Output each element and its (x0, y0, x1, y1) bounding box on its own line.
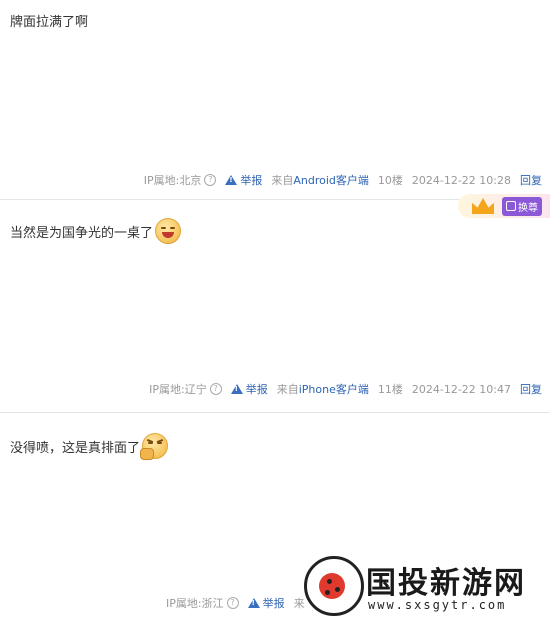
client-info: 来自Android客户端 (271, 174, 369, 187)
watermark: 国投新游网 www.sxsgytr.com (300, 552, 550, 618)
post-text: 没得喷，这是真排面了 (10, 440, 141, 456)
question-icon[interactable]: ? (209, 383, 222, 395)
client-device-link[interactable]: iPhone客户端 (299, 383, 369, 396)
post-time: 2024-12-22 10:47 (411, 382, 511, 396)
warning-icon (230, 384, 243, 394)
report-link[interactable]: 举报 (225, 172, 262, 188)
client-info: 来自iPhone客户端 (276, 383, 369, 396)
watermark-title: 国投新游网 (366, 566, 526, 601)
post-meta: IP属地:辽宁 ? 举报 来自iPhone客户端 11楼 2024-12-22 … (149, 381, 542, 397)
post-time: 2024-12-22 10:28 (411, 173, 511, 187)
post-floor-10: 牌面拉满了啊 IP属地:北京 ? 举报 来自Android客户端 10楼 202… (0, 0, 550, 198)
watermark-logo-icon (304, 556, 364, 616)
post-content: 当然是为国争光的一桌了 (10, 218, 182, 244)
post-content: 牌面拉满了啊 (10, 11, 88, 30)
reply-link[interactable]: 回复 (520, 381, 542, 397)
post-meta: IP属地:浙江 ? 举报 来 (166, 595, 305, 611)
report-link[interactable]: 举报 (247, 595, 285, 611)
question-icon[interactable]: ? (204, 174, 217, 186)
client-device-link[interactable]: Android客户端 (293, 174, 369, 187)
ip-location: IP属地:浙江 ? (166, 595, 239, 611)
watermark-url: www.sxsgytr.com (368, 598, 507, 612)
post-content: 没得喷，这是真排面了 (10, 433, 169, 460)
report-link[interactable]: 举报 (230, 381, 268, 397)
floor-number: 10楼 (377, 174, 403, 187)
floor-number: 11楼 (377, 383, 403, 396)
ip-location: IP属地:北京 ? (144, 172, 217, 188)
laughing-emoji (155, 218, 182, 244)
fist-emoji (140, 433, 169, 460)
post-text: 牌面拉满了啊 (10, 15, 89, 30)
warning-icon (247, 598, 260, 608)
question-icon[interactable]: ? (226, 597, 239, 609)
post-text: 当然是为国争光的一桌了 (10, 225, 154, 241)
post-floor-11: 当然是为国争光的一桌了 IP属地:辽宁 ? 举报 来自iPhone客户端 11楼… (0, 200, 550, 412)
warning-icon (225, 175, 238, 185)
post-meta: IP属地:北京 ? 举报 来自Android客户端 10楼 2024-12-22… (144, 172, 542, 188)
reply-link[interactable]: 回复 (520, 172, 542, 188)
ip-location: IP属地:辽宁 ? (149, 381, 222, 397)
